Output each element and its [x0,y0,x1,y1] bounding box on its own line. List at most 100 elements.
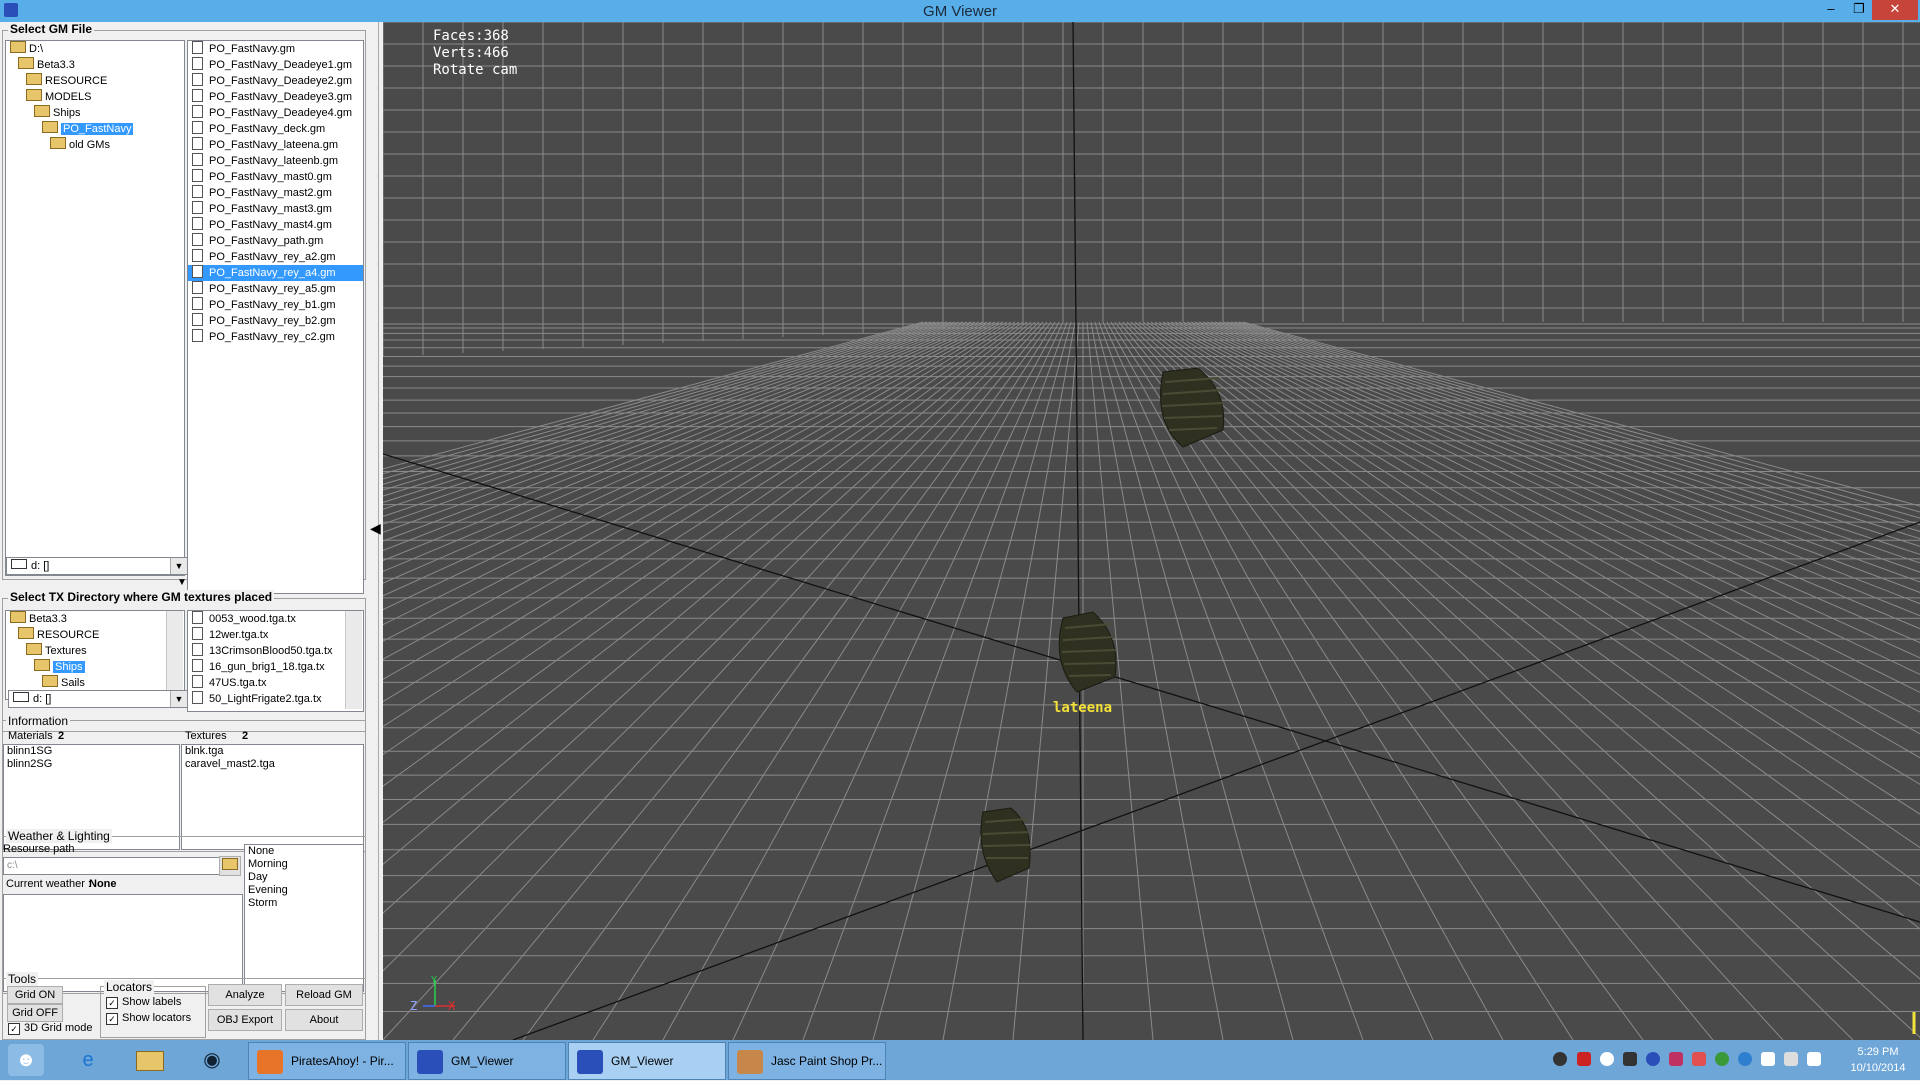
list-item[interactable]: blinn1SG [4,745,179,758]
folder-item[interactable]: MODELS [6,89,184,105]
list-item[interactable]: Evening [245,884,363,897]
grid-3d-checkbox[interactable]: ✓ 3D Grid mode [8,1022,92,1035]
resource-path-input[interactable]: c:\ [3,857,220,875]
file-item[interactable]: PO_FastNavy_mast4.gm [188,217,363,233]
list-item[interactable]: Day [245,871,363,884]
list-item[interactable]: blinn2SG [4,758,179,771]
tray-icon[interactable] [1553,1052,1567,1066]
file-item[interactable]: PO_FastNavy_rey_b1.gm [188,297,363,313]
mesh-object[interactable] [1058,611,1117,693]
file-item[interactable]: 50_LightFrigate2.tga.tx [188,691,363,707]
checkbox-check-icon[interactable]: ✓ [8,1023,20,1035]
folder-item[interactable]: Sails [6,675,184,691]
show-locators-checkbox[interactable]: ✓ Show locators [106,1012,191,1025]
file-item[interactable]: PO_FastNavy_mast0.gm [188,169,363,185]
list-item[interactable]: caravel_mast2.tga [182,758,363,771]
tray-icon[interactable] [1646,1052,1660,1066]
close-button[interactable]: ✕ [1872,0,1918,20]
tray-icon[interactable] [1692,1052,1706,1066]
folder-item[interactable]: Ships [6,659,184,675]
tx-drive-select[interactable]: d: [] ▼ [8,690,188,708]
folder-item[interactable]: D:\ [6,41,184,57]
obj-export-button[interactable]: OBJ Export [208,1009,282,1031]
tx-folder-scrollbar[interactable] [166,611,183,697]
folder-item[interactable]: old GMs [6,137,184,153]
checkbox-check-icon[interactable]: ✓ [106,997,118,1009]
restore-button[interactable]: ❐ [1846,0,1872,20]
folder-item[interactable]: Beta3.3 [6,611,184,627]
file-explorer-icon[interactable] [132,1044,168,1076]
start-mask-icon[interactable]: ☻ [8,1044,44,1076]
tray-icon[interactable] [1669,1052,1683,1066]
taskbar-button[interactable]: Jasc Paint Shop Pr... [728,1042,886,1080]
list-item[interactable]: blnk.tga [182,745,363,758]
list-item[interactable]: Morning [245,858,363,871]
taskbar-button[interactable]: GM_Viewer [568,1042,726,1080]
folder-item[interactable]: PO_FastNavy [6,121,184,137]
list-item[interactable]: Storm [245,897,363,910]
folder-item[interactable]: Beta3.3 [6,57,184,73]
internet-explorer-icon[interactable]: e [70,1044,106,1076]
tray-icon[interactable] [1715,1052,1729,1066]
file-item[interactable]: PO_FastNavy_mast2.gm [188,185,363,201]
file-item[interactable]: PO_FastNavy_rey_a2.gm [188,249,363,265]
tx-folder-tree[interactable]: Beta3.3 RESOURCE Textures Ships Sails [5,610,185,700]
folder-item[interactable]: Textures [6,643,184,659]
steam-icon[interactable]: ◉ [194,1044,230,1076]
file-item[interactable]: PO_FastNavy_rey_a5.gm [188,281,363,297]
browse-folder-button[interactable] [219,856,241,876]
3d-viewport[interactable]: Faces:368 Verts:466 Rotate cam lateena Y… [383,22,1920,1040]
gm-folder-tree[interactable]: D:\ Beta3.3 RESOURCE MODELS Ships PO_FastNavy… [5,40,185,576]
file-item[interactable]: 16_gun_brig1_18.tga.tx [188,659,363,675]
chevron-down-icon[interactable]: ▼ [170,558,187,574]
splitter-arrow-icon[interactable]: ▼ [177,577,187,588]
file-item[interactable]: PO_FastNavy_lateena.gm [188,137,363,153]
tx-file-scrollbar[interactable] [345,611,362,709]
taskbar-button[interactable]: PiratesAhoy! - Pir... [248,1042,406,1080]
file-item[interactable]: PO_FastNavy_Deadeye4.gm [188,105,363,121]
volume-icon[interactable] [1807,1052,1821,1066]
file-item[interactable]: PO_FastNavy_lateenb.gm [188,153,363,169]
mesh-object[interactable] [980,807,1031,883]
gm-drive-select[interactable]: d: [] ▼ [6,557,188,575]
file-item[interactable]: 13CrimsonBlood50.tga.tx [188,643,363,659]
file-item[interactable]: PO_FastNavy_Deadeye1.gm [188,57,363,73]
textures-list[interactable]: blnk.tga caravel_mast2.tga [181,744,364,850]
file-item[interactable]: PO_FastNavy_deck.gm [188,121,363,137]
gm-file-list[interactable]: PO_FastNavy.gm PO_FastNavy_Deadeye1.gm PO_… [187,40,364,594]
file-item[interactable]: PO_FastNavy_Deadeye3.gm [188,89,363,105]
checkbox-check-icon[interactable]: ✓ [106,1013,118,1025]
file-item[interactable]: PO_FastNavy_rey_c2.gm [188,329,363,345]
clock[interactable]: 5:29 PM 10/10/2014 [1840,1044,1916,1076]
file-item[interactable]: PO_FastNavy_Deadeye2.gm [188,73,363,89]
grid-on-button[interactable]: Grid ON [7,986,63,1004]
tx-file-list[interactable]: 0053_wood.tga.tx 12wer.tga.tx 13CrimsonBlo… [187,610,364,712]
grid-off-button[interactable]: Grid OFF [7,1004,63,1022]
analyze-button[interactable]: Analyze [208,984,282,1006]
reload-gm-button[interactable]: Reload GM [285,984,363,1006]
weather-options-list[interactable]: None Morning Day Evening Storm [244,844,364,992]
file-item[interactable]: PO_FastNavy_rey_b2.gm [188,313,363,329]
about-button[interactable]: About [285,1009,363,1031]
folder-item[interactable]: RESOURCE [6,627,184,643]
file-item[interactable]: PO_FastNavy.gm [188,41,363,57]
tray-icon[interactable] [1577,1052,1591,1066]
network-icon[interactable] [1784,1052,1798,1066]
folder-item[interactable]: RESOURCE [6,73,184,89]
chevron-down-icon[interactable]: ▼ [170,691,187,707]
tray-icon[interactable] [1738,1052,1752,1066]
file-item[interactable]: PO_FastNavy_rey_a4.gm [188,265,363,281]
show-labels-checkbox[interactable]: ✓ Show labels [106,996,181,1009]
flag-icon[interactable] [1761,1052,1775,1066]
file-item[interactable]: 0053_wood.tga.tx [188,611,363,627]
file-item[interactable]: PO_FastNavy_path.gm [188,233,363,249]
file-item[interactable]: PO_FastNavy_mast3.gm [188,201,363,217]
collapse-panel-icon[interactable]: ◀ [370,520,381,537]
minimize-button[interactable]: – [1818,0,1844,20]
file-item[interactable]: 47US.tga.tx [188,675,363,691]
tray-icon[interactable] [1623,1052,1637,1066]
list-item[interactable]: None [245,845,363,858]
onedrive-icon[interactable] [1600,1052,1614,1066]
file-item[interactable]: 12wer.tga.tx [188,627,363,643]
folder-item[interactable]: Ships [6,105,184,121]
